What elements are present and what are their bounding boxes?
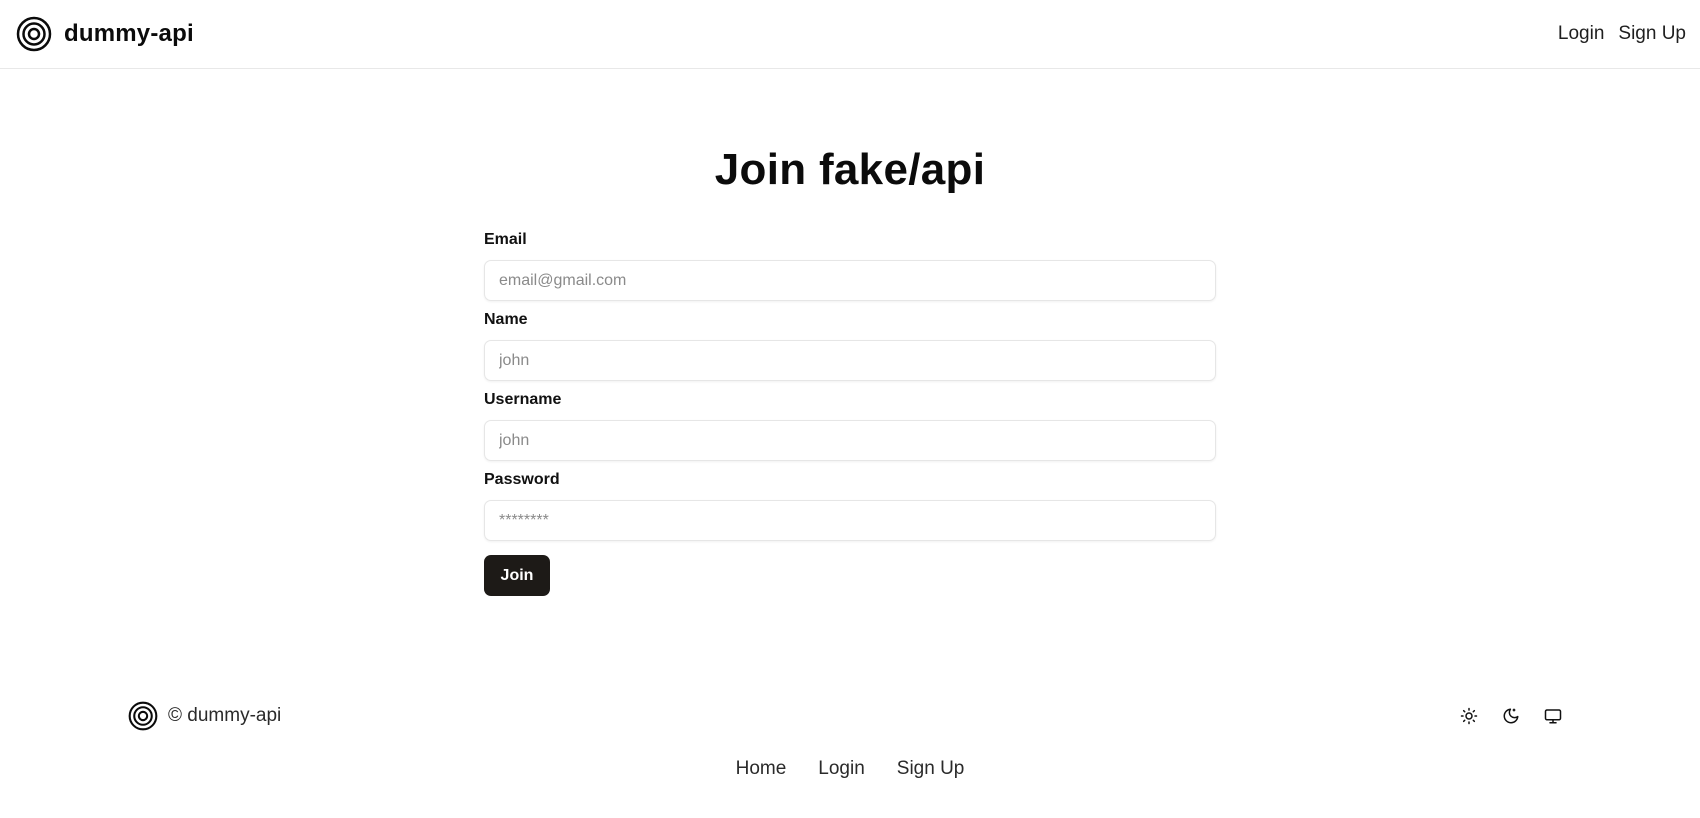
logo-icon bbox=[16, 16, 52, 52]
footer-brand: © dummy-api bbox=[128, 701, 281, 731]
footer-signup-link[interactable]: Sign Up bbox=[897, 758, 965, 780]
name-label: Name bbox=[484, 311, 528, 328]
email-label: Email bbox=[484, 231, 527, 248]
dark-theme-button[interactable] bbox=[1500, 705, 1522, 727]
name-field-group: Name bbox=[484, 311, 1216, 381]
footer-home-link[interactable]: Home bbox=[736, 758, 787, 780]
username-input[interactable] bbox=[484, 420, 1216, 461]
header-signup-link[interactable]: Sign Up bbox=[1618, 23, 1686, 45]
footer: © dummy-api bbox=[128, 700, 1564, 732]
join-button[interactable]: Join bbox=[484, 555, 550, 596]
footer-nav: Home Login Sign Up bbox=[0, 758, 1700, 780]
footer-copyright: © dummy-api bbox=[168, 705, 282, 726]
moon-icon bbox=[1503, 708, 1519, 724]
header-login-link[interactable]: Login bbox=[1558, 23, 1605, 45]
name-input[interactable] bbox=[484, 340, 1216, 381]
sun-icon bbox=[1460, 707, 1478, 725]
top-header: dummy-api Login Sign Up bbox=[0, 0, 1700, 69]
system-theme-button[interactable] bbox=[1542, 705, 1564, 727]
brand[interactable]: dummy-api bbox=[16, 16, 194, 52]
header-nav: Login Sign Up bbox=[1558, 23, 1686, 45]
brand-name: dummy-api bbox=[64, 20, 194, 47]
username-label: Username bbox=[484, 391, 562, 408]
footer-login-link[interactable]: Login bbox=[818, 758, 865, 780]
username-field-group: Username bbox=[484, 391, 1216, 461]
light-theme-button[interactable] bbox=[1458, 705, 1480, 727]
email-field-group: Email bbox=[484, 231, 1216, 301]
page: dummy-api Login Sign Up Join fake/api Em… bbox=[0, 0, 1700, 818]
footer-logo-icon bbox=[128, 701, 158, 731]
email-input[interactable] bbox=[484, 260, 1216, 301]
page-title: Join fake/api bbox=[714, 145, 986, 194]
monitor-icon bbox=[1544, 709, 1562, 724]
main-content: Join fake/api Email Name Username Passwo… bbox=[0, 69, 1700, 596]
password-label: Password bbox=[484, 471, 560, 488]
theme-switcher bbox=[1458, 705, 1564, 727]
signup-form: Email Name Username Password Join bbox=[484, 231, 1216, 596]
password-input[interactable] bbox=[484, 500, 1216, 541]
password-field-group: Password bbox=[484, 471, 1216, 541]
